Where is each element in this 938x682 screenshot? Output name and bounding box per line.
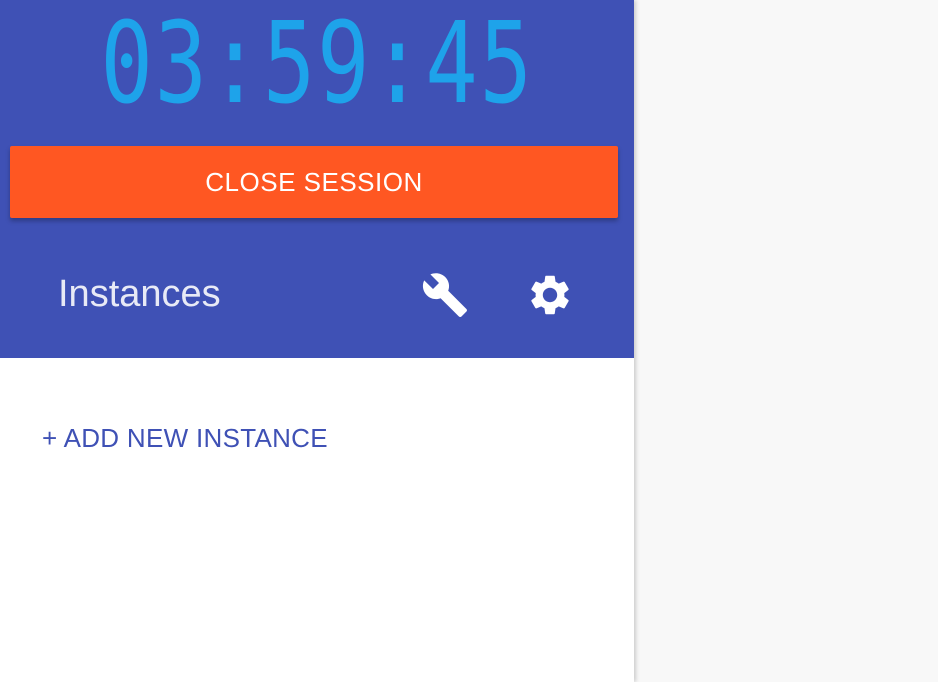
session-header: 03:59:45 CLOSE SESSION Instances (0, 0, 634, 358)
gear-icon[interactable] (525, 270, 575, 320)
sidebar: 03:59:45 CLOSE SESSION Instances + ADD N… (0, 0, 634, 682)
add-new-instance-link[interactable]: + ADD NEW INSTANCE (42, 421, 328, 455)
session-timer: 03:59:45 (100, 0, 534, 129)
main-content-area (634, 0, 938, 682)
wrench-icon[interactable] (420, 270, 470, 320)
close-session-button[interactable]: CLOSE SESSION (10, 146, 618, 218)
instances-title: Instances (58, 273, 221, 315)
